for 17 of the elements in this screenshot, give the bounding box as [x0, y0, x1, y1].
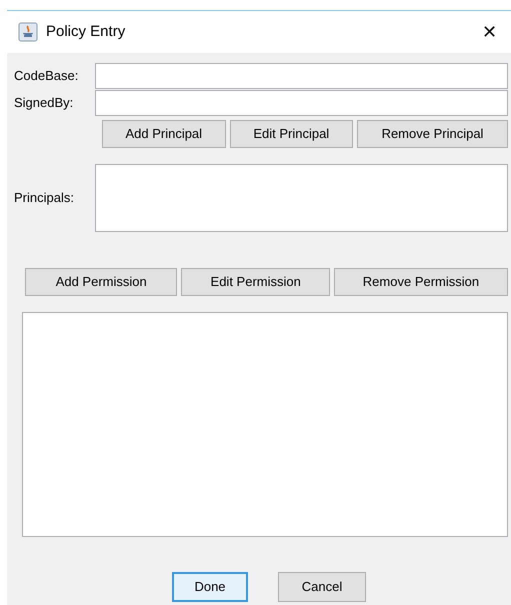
cancel-button[interactable]: Cancel	[278, 572, 366, 602]
input-field[interactable]	[95, 63, 508, 89]
button[interactable]: Remove Permission	[334, 268, 508, 296]
field-label: SignedBy:	[14, 94, 74, 112]
button[interactable]: Remove Principal	[357, 120, 508, 148]
close-button[interactable]: ✕	[478, 21, 501, 43]
input-field[interactable]	[95, 90, 508, 116]
window-title: Policy Entry	[46, 22, 126, 42]
app-icon	[18, 22, 38, 42]
done-button[interactable]: Done	[172, 572, 248, 602]
button[interactable]: Add Principal	[102, 120, 226, 148]
field-label: CodeBase:	[14, 67, 80, 86]
principals-list[interactable]	[95, 164, 508, 232]
button[interactable]: Edit Principal	[230, 120, 354, 148]
principals-label: Principals:	[14, 189, 75, 208]
button[interactable]: Edit Permission	[181, 268, 330, 296]
button[interactable]: Add Permission	[25, 268, 178, 296]
